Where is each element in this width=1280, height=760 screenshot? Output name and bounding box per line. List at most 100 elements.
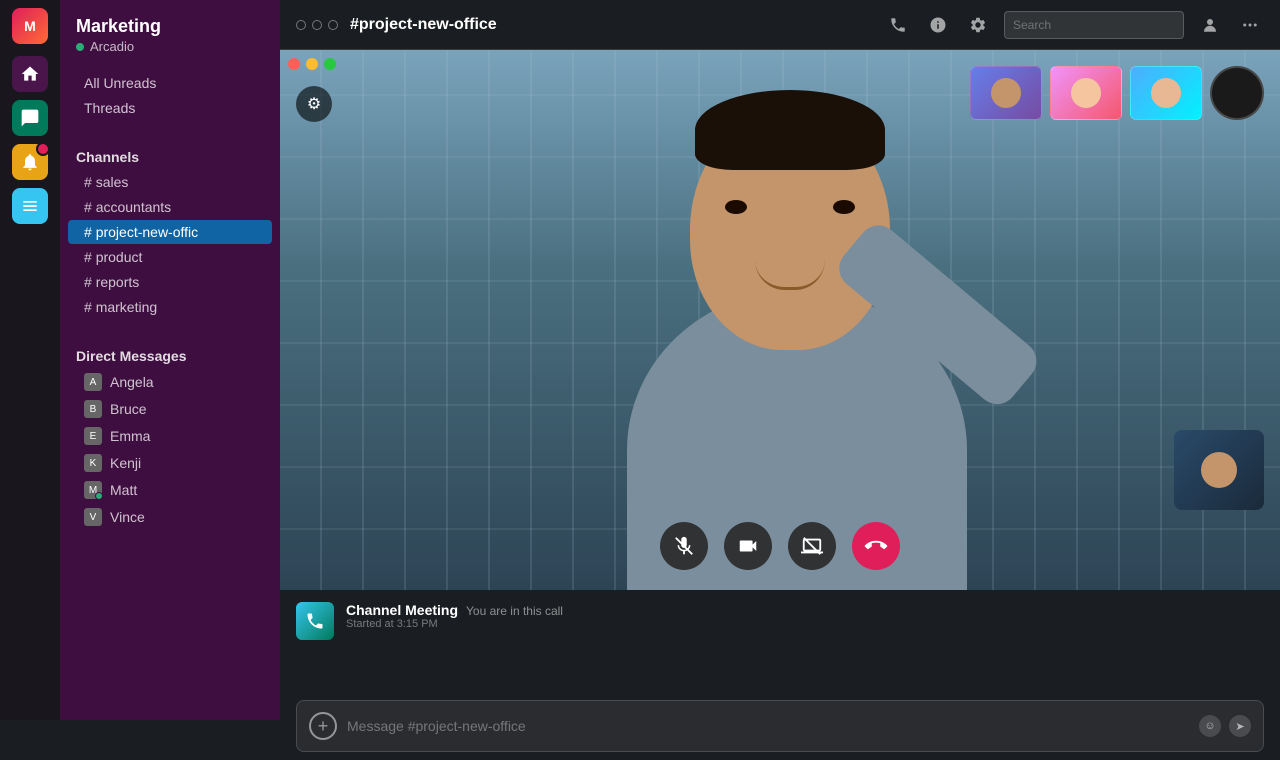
dot-2: [312, 20, 322, 30]
left-eye: [725, 200, 747, 214]
workspace-avatar[interactable]: M: [12, 8, 48, 44]
dm-item-vince[interactable]: V Vince: [68, 504, 272, 530]
search-bar[interactable]: Search: [1004, 11, 1184, 39]
all-unreads-item[interactable]: All Unreads: [68, 71, 272, 95]
dm-item-bruce[interactable]: B Bruce: [68, 396, 272, 422]
sidebar-item-reports[interactable]: reports: [68, 270, 272, 294]
mouth: [755, 260, 825, 290]
message-list: Channel Meeting You are in this call Sta…: [280, 590, 1280, 692]
message-input[interactable]: Message #project-new-office: [347, 718, 1189, 734]
topbar-icons: Search: [884, 11, 1264, 39]
dm-name-kenji: Kenji: [110, 455, 141, 471]
more-nav-icon[interactable]: [12, 188, 48, 224]
username: Arcadio: [90, 39, 134, 54]
workspace-icon-bar: M: [0, 0, 60, 720]
sidebar-header: Marketing Arcadio: [60, 0, 280, 62]
video-container: ⚙: [280, 50, 1280, 590]
participant-muted[interactable]: [1210, 66, 1264, 120]
participant-thumbnail-3[interactable]: [1130, 66, 1202, 120]
dm-name-vince: Vince: [110, 509, 145, 525]
dm-name-emma: Emma: [110, 428, 150, 444]
participant-thumbnail-2[interactable]: [1050, 66, 1122, 120]
channel-title: #project-new-office: [350, 16, 872, 34]
call-message-content: Channel Meeting You are in this call Sta…: [346, 602, 1264, 630]
dm-item-kenji[interactable]: K Kenji: [68, 450, 272, 476]
sidebar-item-accountants[interactable]: accountants: [68, 195, 272, 219]
sidebar-item-project-new-office[interactable]: project-new-offic: [68, 220, 272, 244]
dm-header: Direct Messages: [60, 336, 280, 368]
call-time: Started at 3:15 PM: [346, 618, 1264, 630]
thumb-avatar-2: [1071, 78, 1101, 108]
window-dots: [296, 20, 338, 30]
video-settings-button[interactable]: ⚙: [296, 86, 332, 122]
thumb-avatar-1: [991, 78, 1021, 108]
call-subtitle: You are in this call: [466, 604, 563, 618]
person-video: [280, 50, 1280, 590]
self-avatar: [1201, 452, 1237, 488]
threads-item[interactable]: Threads: [68, 96, 272, 120]
sidebar: Marketing Arcadio All Unreads Threads Ch…: [60, 0, 280, 720]
sidebar-item-sales[interactable]: sales: [68, 170, 272, 194]
settings-icon[interactable]: [964, 11, 992, 39]
video-controls: [660, 522, 900, 570]
dm-avatar-matt: M: [84, 481, 102, 499]
right-eye: [833, 200, 855, 214]
camera-button[interactable]: [724, 522, 772, 570]
status-dot: [76, 43, 84, 51]
call-message-icon: [296, 602, 334, 640]
thumb-avatar-3: [1151, 78, 1181, 108]
input-right-icons: ☺ ➤: [1199, 715, 1251, 737]
end-call-button[interactable]: [852, 522, 900, 570]
call-message: Channel Meeting You are in this call Sta…: [296, 602, 1264, 640]
info-icon[interactable]: [924, 11, 952, 39]
send-icon[interactable]: ➤: [1229, 715, 1251, 737]
call-message-title: Channel Meeting You are in this call: [346, 602, 1264, 618]
dm-name-angela: Angela: [110, 374, 154, 390]
minimize-button[interactable]: [306, 58, 318, 70]
participant-thumbnail-1[interactable]: [970, 66, 1042, 120]
sidebar-item-product[interactable]: product: [68, 245, 272, 269]
channels-section: Channels sales accountants project-new-o…: [60, 129, 280, 328]
close-button[interactable]: [288, 58, 300, 70]
call-title-text: Channel Meeting: [346, 602, 458, 618]
dm-avatar-emma: E: [84, 427, 102, 445]
dot-1: [296, 20, 306, 30]
person-hair: [695, 90, 885, 170]
dm-item-emma[interactable]: E Emma: [68, 423, 272, 449]
add-attachment-button[interactable]: +: [309, 712, 337, 740]
workspace-name: Marketing: [76, 16, 264, 37]
dm-name-bruce: Bruce: [110, 401, 147, 417]
video-scene: ⚙: [280, 50, 1280, 590]
mute-button[interactable]: [660, 522, 708, 570]
dm-item-angela[interactable]: A Angela: [68, 369, 272, 395]
dot-3: [328, 20, 338, 30]
sidebar-item-marketing[interactable]: marketing: [68, 295, 272, 319]
main-content: #project-new-office Search: [280, 0, 1280, 720]
participant-thumbnails: [970, 66, 1264, 120]
channels-header: Channels: [60, 137, 280, 169]
home-icon[interactable]: [12, 56, 48, 92]
user-status: Arcadio: [76, 39, 264, 54]
person-head: [690, 110, 890, 350]
dm-avatar-vince: V: [84, 508, 102, 526]
activity-nav-icon[interactable]: [12, 144, 48, 180]
fullscreen-button[interactable]: [324, 58, 336, 70]
user-icon[interactable]: [1196, 11, 1224, 39]
call-icon[interactable]: [884, 11, 912, 39]
screen-share-button[interactable]: [788, 522, 836, 570]
dm-nav-icon[interactable]: [12, 100, 48, 136]
message-input-bar: + Message #project-new-office ☺ ➤: [296, 700, 1264, 752]
chat-area: Channel Meeting You are in this call Sta…: [280, 590, 1280, 760]
self-video-content: [1174, 430, 1264, 510]
self-video: [1174, 430, 1264, 510]
topbar: #project-new-office Search: [280, 0, 1280, 50]
quick-nav-section: All Unreads Threads: [60, 62, 280, 129]
emoji-icon[interactable]: ☺: [1199, 715, 1221, 737]
traffic-lights: [288, 58, 336, 70]
dm-avatar-kenji: K: [84, 454, 102, 472]
dm-section: Direct Messages A Angela B Bruce E Emma …: [60, 328, 280, 539]
dm-item-matt[interactable]: M Matt: [68, 477, 272, 503]
more-icon[interactable]: [1236, 11, 1264, 39]
dm-name-matt: Matt: [110, 482, 137, 498]
dm-avatar-angela: A: [84, 373, 102, 391]
